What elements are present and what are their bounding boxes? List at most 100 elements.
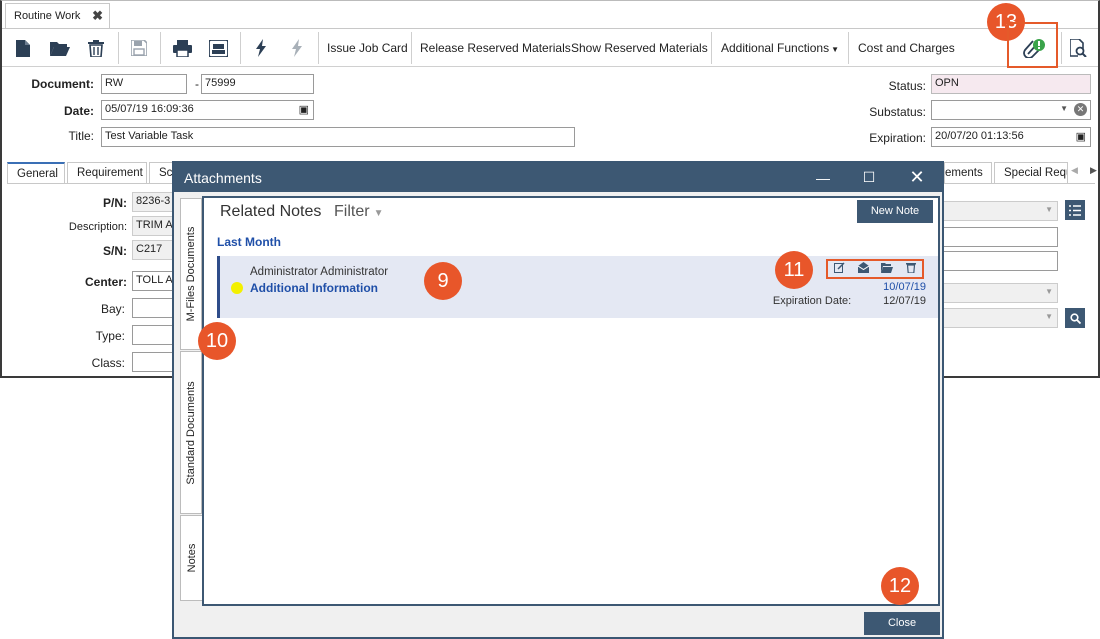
right-field-2[interactable] <box>942 227 1058 247</box>
status-field[interactable]: OPN <box>931 74 1091 94</box>
minimize-icon[interactable]: — <box>800 163 846 192</box>
tab-general[interactable]: General <box>7 162 65 184</box>
close-icon[interactable]: ✕ <box>894 163 940 192</box>
close-button[interactable]: Close <box>864 612 940 635</box>
dropdown-caret-icon: ▼ <box>373 208 384 219</box>
substatus-dropdown[interactable]: ▼ ✕ <box>931 100 1091 120</box>
new-note-button[interactable]: New Note <box>857 200 933 223</box>
delete-icon[interactable] <box>905 262 916 276</box>
note-date: 10/07/19 <box>883 281 926 293</box>
title-label: Title: <box>68 129 94 143</box>
group-label: Last Month <box>217 235 281 249</box>
right-dropdown-5[interactable]: ▼ <box>942 308 1058 328</box>
class-field[interactable] <box>132 352 176 372</box>
tab-mfiles-documents[interactable]: M-Files Documents <box>180 198 202 350</box>
toolbar: Issue Job Card Release Reserved Material… <box>2 29 1098 67</box>
filter-dropdown[interactable]: Filter ▼ <box>334 203 383 221</box>
toolbar-separator <box>160 32 161 64</box>
tab-requirement[interactable]: Requirement <box>67 162 147 184</box>
delete-icon[interactable] <box>84 29 108 67</box>
edit-icon[interactable] <box>834 262 845 276</box>
email-icon[interactable] <box>857 262 870 276</box>
additional-functions-menu[interactable]: Additional Functions ▼ <box>721 29 839 67</box>
show-reserved-materials-button[interactable]: Show Reserved Materials <box>571 29 708 67</box>
calendar-icon[interactable]: ▣ <box>299 103 309 116</box>
class-label: Class: <box>91 356 125 370</box>
expiration-date-value: 12/07/19 <box>883 295 926 307</box>
tab-special-requirements[interactable]: Special Requi <box>994 162 1068 184</box>
tab-standard-documents[interactable]: Standard Documents <box>180 351 202 514</box>
document-number-field[interactable]: 75999 <box>201 74 314 94</box>
open-folder-icon[interactable] <box>881 262 894 276</box>
title-field[interactable]: Test Variable Task <box>101 127 575 147</box>
document-tab-title: Routine Work <box>14 10 81 22</box>
type-field[interactable] <box>132 325 176 345</box>
search-icon[interactable] <box>1065 308 1085 328</box>
type-label: Type: <box>95 329 125 343</box>
print-icon[interactable] <box>168 29 196 67</box>
callout-12: 12 <box>881 567 919 605</box>
attachments-dialog: Attachments — ☐ ✕ M-Files Documents Stan… <box>172 161 944 639</box>
tab-requirements[interactable]: ements <box>944 162 992 184</box>
document-dash: - <box>195 77 199 91</box>
dropdown-caret-icon[interactable]: ▼ <box>1060 104 1068 113</box>
center-field[interactable]: TOLL AV <box>132 271 176 291</box>
expiration-field[interactable]: 20/07/20 01:13:56 ▣ <box>931 127 1091 147</box>
dropdown-caret-icon[interactable]: ▼ <box>1045 312 1053 321</box>
maximize-icon[interactable]: ☐ <box>846 163 892 192</box>
tab-notes[interactable]: Notes <box>180 515 202 601</box>
callout-9: 9 <box>424 262 462 300</box>
related-notes-heading: Related Notes <box>220 203 322 220</box>
open-folder-icon[interactable] <box>46 29 74 67</box>
list-icon[interactable] <box>1065 200 1085 220</box>
clear-icon[interactable]: ✕ <box>1074 103 1087 116</box>
right-field-3[interactable] <box>942 251 1058 271</box>
pn-label: P/N: <box>103 196 127 210</box>
expiration-date-label: Expiration Date: <box>772 295 852 307</box>
description-label: Description: <box>68 221 127 233</box>
release-reserved-materials-button[interactable]: Release Reserved Materials <box>420 29 571 67</box>
tab-scroll-left-icon[interactable]: ◀ <box>1071 165 1078 176</box>
attachments-highlight <box>1007 22 1058 68</box>
document-search-icon[interactable] <box>1066 29 1090 67</box>
bay-field[interactable] <box>132 298 176 318</box>
dropdown-caret-icon: ▼ <box>831 45 839 54</box>
toolbar-separator <box>118 32 119 64</box>
close-tab-icon[interactable]: ✖ <box>92 8 103 24</box>
note-color-dot <box>231 282 243 294</box>
print-preview-icon[interactable] <box>204 29 232 67</box>
issue-job-card-button[interactable]: Issue Job Card <box>327 29 408 67</box>
note-item[interactable]: Administrator Administrator Additional I… <box>217 256 938 318</box>
toolbar-separator <box>1061 32 1062 64</box>
notes-panel: Related Notes Filter ▼ New Note Last Mont… <box>202 196 940 606</box>
save-icon[interactable] <box>126 29 152 67</box>
tab-scroll-right-icon[interactable]: ▶ <box>1090 165 1097 176</box>
right-dropdown-1[interactable]: ▼ <box>942 201 1058 221</box>
filter-label: Filter <box>334 203 370 220</box>
dialog-title: Attachments <box>184 170 262 186</box>
calendar-icon[interactable]: ▣ <box>1076 130 1086 143</box>
date-label: Date: <box>63 104 94 118</box>
sn-label: S/N: <box>103 244 127 258</box>
expiration-value: 20/07/20 01:13:56 <box>935 130 1024 142</box>
lightning-disabled-icon[interactable] <box>284 29 310 67</box>
bay-label: Bay: <box>100 302 125 316</box>
new-document-icon[interactable] <box>10 29 36 67</box>
sn-field[interactable]: C217 <box>132 240 176 260</box>
lightning-icon[interactable] <box>248 29 274 67</box>
pn-field[interactable]: 8236-3 <box>132 192 176 212</box>
substatus-label: Substatus: <box>869 105 926 119</box>
cost-and-charges-button[interactable]: Cost and Charges <box>858 29 955 67</box>
toolbar-separator <box>240 32 241 64</box>
document-type-field[interactable]: RW <box>101 74 187 94</box>
additional-functions-label: Additional Functions <box>721 41 830 55</box>
dropdown-caret-icon[interactable]: ▼ <box>1045 205 1053 214</box>
note-title[interactable]: Additional Information <box>250 281 378 295</box>
description-field[interactable]: TRIM AC <box>132 216 176 236</box>
document-tab[interactable]: Routine Work ✖ <box>5 3 110 29</box>
dropdown-caret-icon[interactable]: ▼ <box>1045 287 1053 296</box>
callout-11: 11 <box>775 251 813 289</box>
date-field[interactable]: 05/07/19 16:09:36 ▣ <box>101 100 314 120</box>
right-dropdown-4[interactable]: ▼ <box>942 283 1058 303</box>
toolbar-separator <box>318 32 319 64</box>
